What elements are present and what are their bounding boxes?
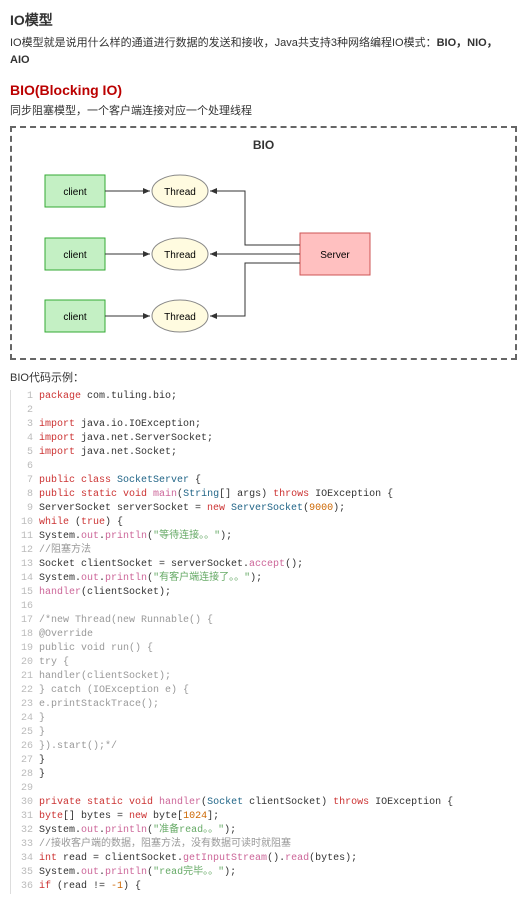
code-line: 3import java.io.IOException;: [11, 418, 517, 432]
code-line: 17 /*new Thread(new Runnable() {: [11, 614, 517, 628]
code-line: 31 byte[] bytes = new byte[1024];: [11, 810, 517, 824]
bio-diagram: BIO client client client Thread Thread T…: [10, 126, 517, 360]
code-line: 25 }: [11, 726, 517, 740]
code-line: 33 //接收客户端的数据，阻塞方法，没有数据可读时就阻塞: [11, 838, 517, 852]
svg-text:client: client: [63, 187, 87, 198]
code-line: 32 System.out.println("准备read。。");: [11, 824, 517, 838]
code-line: 22 } catch (IOException e) {: [11, 684, 517, 698]
code-line: 24 }: [11, 712, 517, 726]
code-line: 27 }: [11, 754, 517, 768]
intro-text: IO模型就是说用什么样的通道进行数据的发送和接收，Java共支持3种网络编程IO…: [10, 35, 517, 68]
code-line: 19 public void run() {: [11, 642, 517, 656]
svg-text:client: client: [63, 312, 87, 323]
code-line: 5import java.net.Socket;: [11, 446, 517, 460]
diagram-svg: client client client Thread Thread Threa…: [20, 160, 390, 350]
code-line: 20 try {: [11, 656, 517, 670]
code-line: 1package com.tuling.bio;: [11, 390, 517, 404]
subsection-desc: 同步阻塞模型，一个客户端连接对应一个处理线程: [10, 103, 517, 120]
code-line: 13 Socket clientSocket = serverSocket.ac…: [11, 558, 517, 572]
svg-text:Thread: Thread: [164, 187, 196, 198]
code-line: 8 public static void main(String[] args)…: [11, 488, 517, 502]
code-line: 11 System.out.println("等待连接。。");: [11, 530, 517, 544]
code-line: 36 if (read != -1) {: [11, 880, 517, 894]
code-line: 29: [11, 782, 517, 796]
code-line: 16: [11, 600, 517, 614]
code-title: BIO代码示例：: [10, 370, 517, 387]
code-line: 21 handler(clientSocket);: [11, 670, 517, 684]
diagram-title: BIO: [20, 136, 507, 154]
svg-text:Thread: Thread: [164, 250, 196, 261]
code-line: 7public class SocketServer {: [11, 474, 517, 488]
code-line: 18 @Override: [11, 628, 517, 642]
code-line: 15 handler(clientSocket);: [11, 586, 517, 600]
svg-text:Server: Server: [320, 250, 350, 261]
code-line: 26 }).start();*/: [11, 740, 517, 754]
code-line: 12 //阻塞方法: [11, 544, 517, 558]
code-line: 6: [11, 460, 517, 474]
code-line: 35 System.out.println("read完毕。。");: [11, 866, 517, 880]
code-line: 4import java.net.ServerSocket;: [11, 432, 517, 446]
code-line: 23 e.printStackTrace();: [11, 698, 517, 712]
svg-text:Thread: Thread: [164, 312, 196, 323]
code-line: 14 System.out.println("有客户端连接了。。");: [11, 572, 517, 586]
section-title: IO模型: [10, 10, 517, 31]
svg-text:client: client: [63, 250, 87, 261]
code-line: 34 int read = clientSocket.getInputStrea…: [11, 852, 517, 866]
code-block: 1package com.tuling.bio;23import java.io…: [10, 390, 517, 894]
code-line: 10 while (true) {: [11, 516, 517, 530]
code-line: 9 ServerSocket serverSocket = new Server…: [11, 502, 517, 516]
subsection-title: BIO(Blocking IO): [10, 80, 517, 101]
code-line: 2: [11, 404, 517, 418]
code-line: 30 private static void handler(Socket cl…: [11, 796, 517, 810]
code-line: 28 }: [11, 768, 517, 782]
